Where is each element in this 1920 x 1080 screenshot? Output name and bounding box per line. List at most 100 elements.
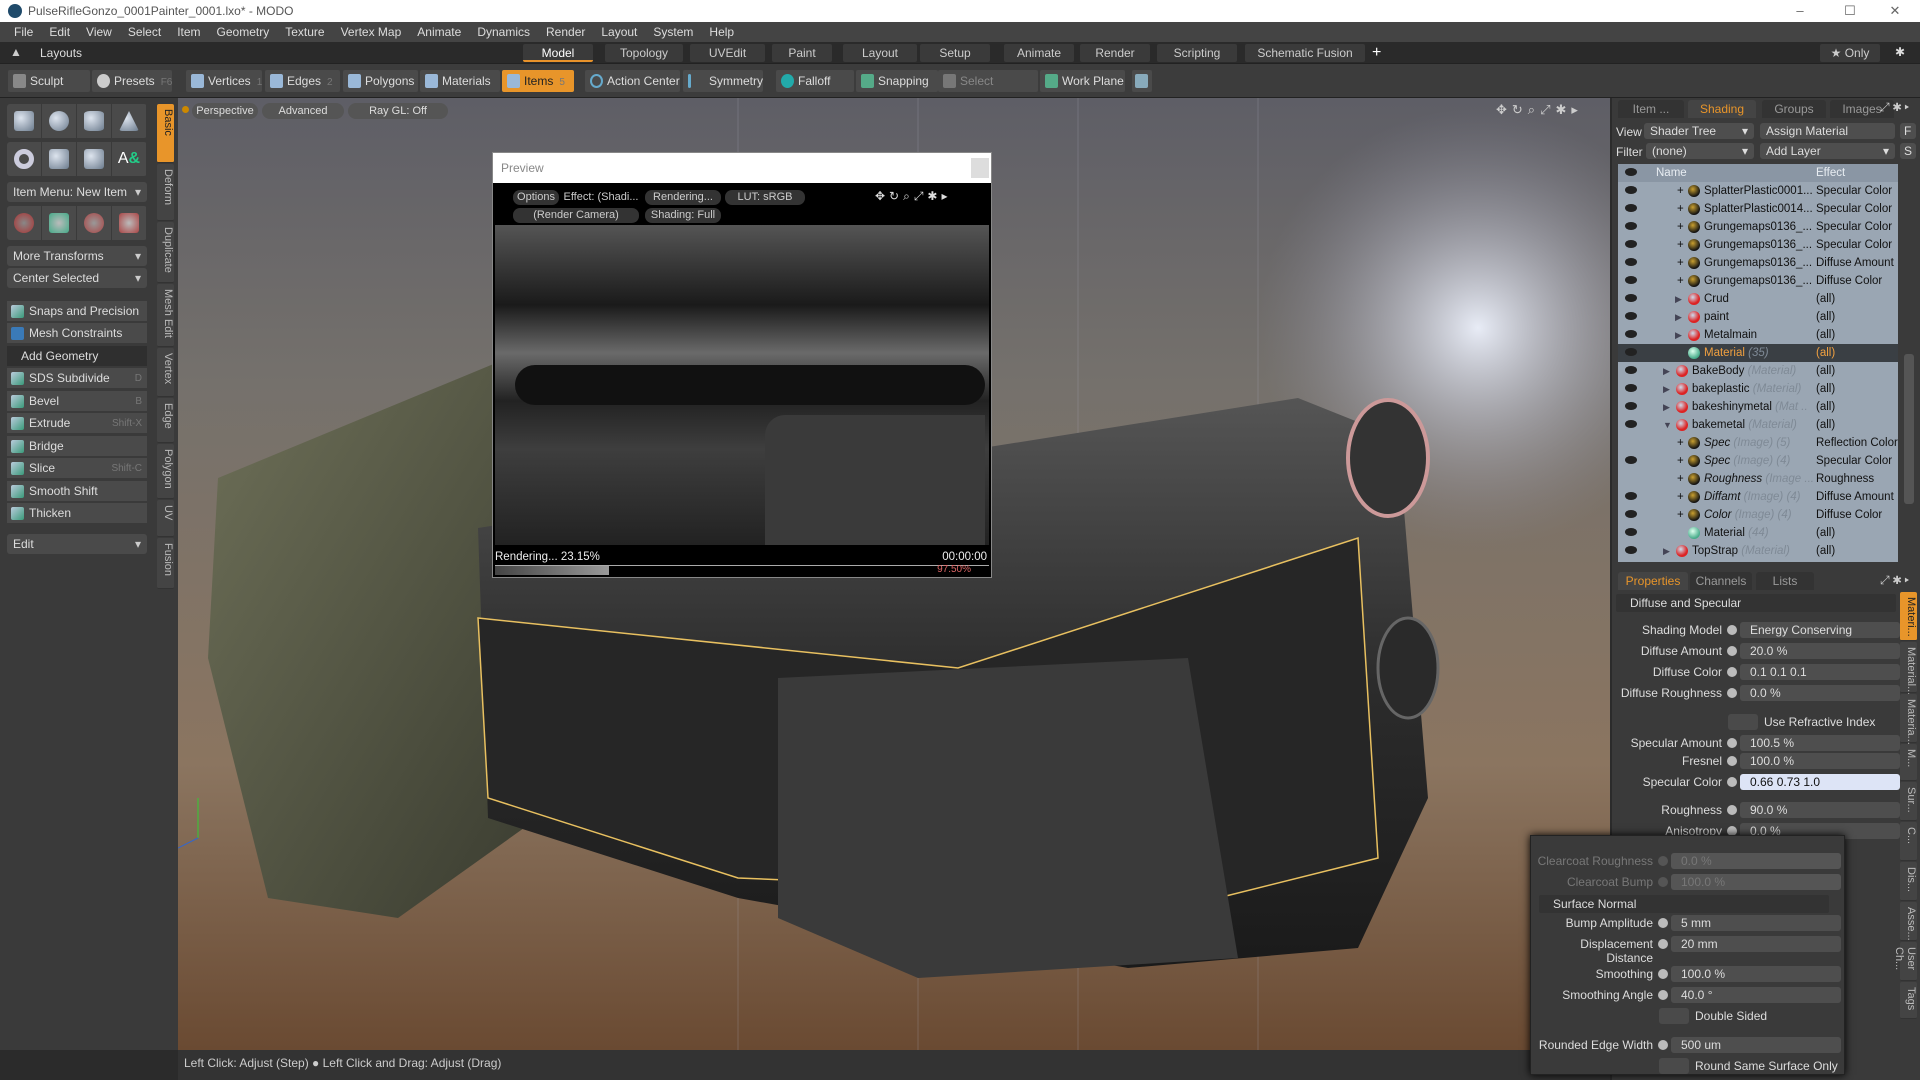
shader-tree-row[interactable]: + Grungemaps0136_... Specular Color — [1618, 236, 1898, 254]
property-field[interactable]: 20.0 % — [1740, 643, 1900, 659]
shader-tree-row[interactable]: ▶ Crud (all) — [1618, 290, 1898, 308]
visibility-eye-icon[interactable] — [1625, 546, 1637, 554]
selection-mode-vertices[interactable]: Vertices 1 — [186, 70, 262, 92]
more-transforms-dropdown[interactable]: More Transforms — [7, 246, 147, 266]
sculpt-button[interactable]: Sculpt — [8, 70, 90, 92]
tab-uvedit[interactable]: UVEdit — [690, 44, 765, 62]
torus-tool[interactable] — [7, 142, 42, 176]
preview-camera-dropdown[interactable]: (Render Camera) — [513, 208, 639, 223]
menu-render[interactable]: Render — [538, 25, 593, 39]
tool-bevel[interactable]: Bevel B — [7, 390, 147, 412]
tab-animate[interactable]: Animate — [1004, 44, 1074, 62]
menu-vertex-map[interactable]: Vertex Map — [333, 25, 410, 39]
animate-dot-icon[interactable] — [1658, 1040, 1668, 1050]
menu-edit[interactable]: Edit — [41, 25, 78, 39]
edit-dropdown[interactable]: Edit — [7, 534, 147, 554]
animate-dot-icon[interactable] — [1727, 756, 1737, 766]
shader-tree-row[interactable]: + Spec (Image) (4) Specular Color — [1618, 452, 1898, 470]
props-vtab-7[interactable]: Asse... — [1900, 902, 1917, 941]
diffuse-specular-section[interactable]: Diffuse and Specular — [1616, 594, 1896, 612]
props-vtab-6[interactable]: Dis... — [1900, 862, 1917, 901]
move-tool[interactable] — [7, 206, 42, 240]
maximize-button[interactable]: ☐ — [1830, 0, 1870, 22]
expand-plus-icon[interactable]: + — [1677, 470, 1684, 488]
animate-dot-icon[interactable] — [1658, 856, 1668, 866]
select-through-button[interactable]: Select Through — [938, 70, 1038, 110]
shader-tree-row[interactable]: + SplatterPlastic0001... Specular Color — [1618, 182, 1898, 200]
shader-tree-row[interactable]: + Grungemaps0136_... Specular Color — [1618, 218, 1898, 236]
property-field[interactable]: 0.66 0.73 1.0 — [1740, 774, 1900, 790]
props-vtab-9[interactable]: Tags — [1900, 982, 1917, 1019]
view-dropdown[interactable]: Shader Tree — [1644, 123, 1754, 139]
tree-scrollbar[interactable] — [1904, 354, 1914, 504]
text-tool[interactable]: A& — [112, 142, 147, 176]
selection-mode-edges[interactable]: Edges 2 — [265, 70, 340, 92]
gear-icon[interactable]: ✱ — [1895, 45, 1905, 59]
tab-paint[interactable]: Paint — [772, 44, 832, 62]
capsule-tool[interactable] — [42, 142, 77, 176]
shader-tree-row[interactable]: ▶ TopStrap (Material) (all) — [1618, 542, 1898, 560]
tool-smooth-shift[interactable]: Smooth Shift — [7, 480, 147, 502]
add-geometry-header[interactable]: Add Geometry — [7, 346, 147, 366]
animate-dot-icon[interactable] — [1727, 667, 1737, 677]
shader-tree-row[interactable]: + Grungemaps0136_... Diffuse Amount — [1618, 254, 1898, 272]
expand-plus-icon[interactable]: + — [1677, 272, 1684, 290]
tab-groups[interactable]: Groups — [1762, 100, 1826, 118]
tool-slice[interactable]: Slice Shift-C — [7, 458, 147, 479]
menu-geometry[interactable]: Geometry — [209, 25, 278, 39]
property-field[interactable]: 100.0 % — [1740, 753, 1900, 769]
visibility-eye-icon[interactable] — [1625, 348, 1637, 356]
visibility-eye-icon[interactable] — [1625, 204, 1637, 212]
minimize-button[interactable]: – — [1780, 0, 1820, 22]
f-button[interactable]: F — [1900, 123, 1916, 139]
pen-tool[interactable] — [77, 142, 112, 176]
viewport-nav-icons[interactable]: ✥↻⌕⤢✱▸ — [1496, 102, 1583, 118]
props-vtab-0[interactable]: Materi... — [1900, 592, 1917, 641]
add-layout-button[interactable]: + — [1372, 44, 1381, 62]
expand-arrow-icon[interactable]: ▶ — [1675, 326, 1682, 344]
checkbox[interactable] — [1728, 714, 1758, 730]
menu-select[interactable]: Select — [120, 25, 169, 39]
tab-properties[interactable]: Properties — [1618, 572, 1688, 590]
preview-nav-icons[interactable]: ✥↻⌕⤢✱▸ — [875, 189, 952, 204]
visibility-eye-icon[interactable] — [1625, 240, 1637, 248]
visibility-eye-icon[interactable] — [1625, 330, 1637, 338]
tool-thicken[interactable]: Thicken — [7, 503, 147, 524]
shader-tree-row[interactable]: + Grungemaps0136_... Diffuse Color — [1618, 272, 1898, 290]
visibility-eye-icon[interactable] — [1625, 222, 1637, 230]
animate-dot-icon[interactable] — [1727, 777, 1737, 787]
property-field[interactable]: Energy Conserving — [1740, 622, 1900, 638]
animate-dot-icon[interactable] — [1658, 918, 1668, 928]
expand-plus-icon[interactable]: + — [1677, 506, 1684, 524]
assign-material-button[interactable]: Assign Material — [1760, 123, 1895, 139]
vtab-duplicate[interactable]: Duplicate — [157, 222, 174, 283]
visibility-eye-icon[interactable] — [1625, 420, 1637, 428]
preview-rendering-button[interactable]: Rendering... — [645, 190, 721, 205]
visibility-eye-icon[interactable] — [1625, 510, 1637, 518]
tool-extrude[interactable]: Extrude Shift-X — [7, 413, 147, 434]
shader-tree-row[interactable]: Material (44) (all) — [1618, 524, 1898, 542]
visibility-eye-icon[interactable] — [1625, 384, 1637, 392]
shader-tree-row[interactable]: ▶ BakeBody (Material) (all) — [1618, 362, 1898, 380]
layouts-up-icon[interactable]: ▲ — [10, 45, 22, 59]
advanced-button[interactable]: Advanced — [262, 103, 344, 119]
tab-render[interactable]: Render — [1080, 44, 1150, 62]
tab-topology[interactable]: Topology — [605, 44, 683, 62]
tab-schematic-fusion[interactable]: Schematic Fusion — [1245, 44, 1365, 62]
expand-arrow-icon[interactable]: ▼ — [1663, 416, 1672, 434]
props-options-icons[interactable]: ⤢✱▸ — [1880, 573, 1912, 588]
animate-dot-icon[interactable] — [1727, 625, 1737, 635]
preview-effect-dropdown[interactable]: Effect: (Shadi... — [561, 190, 641, 205]
tab-model[interactable]: Model — [523, 44, 593, 62]
menu-file[interactable]: File — [6, 25, 41, 39]
tab-setup[interactable]: Setup — [920, 44, 990, 62]
menu-texture[interactable]: Texture — [277, 25, 332, 39]
property-field[interactable]: 5 mm — [1671, 915, 1841, 931]
visibility-eye-icon[interactable] — [1625, 492, 1637, 500]
vtab-uv[interactable]: UV — [157, 500, 174, 537]
shader-tree-row[interactable]: + Spec (Image) (5) Reflection Color — [1618, 434, 1898, 452]
property-field[interactable]: 100.0 % — [1671, 966, 1841, 982]
props-vtab-2[interactable]: Materia... — [1900, 694, 1917, 745]
property-field[interactable]: 0.0 % — [1671, 853, 1841, 869]
menu-view[interactable]: View — [78, 25, 120, 39]
